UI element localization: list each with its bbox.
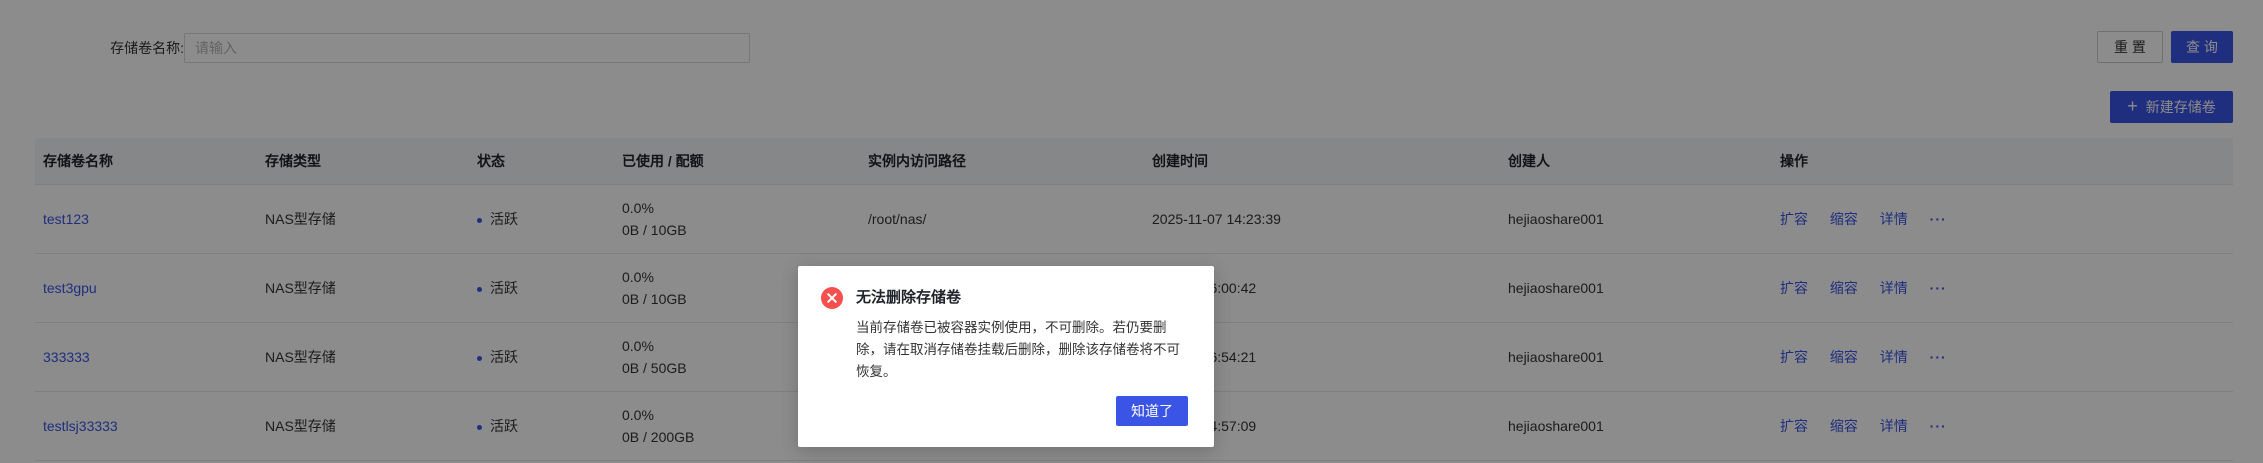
dialog-message: 当前存储卷已被容器实例使用，不可删除。若仍要删除，请在取消存储卷挂载后删除，删除… (856, 320, 1180, 379)
cannot-delete-dialog: 无法删除存储卷 当前存储卷已被容器实例使用，不可删除。若仍要删除，请在取消存储卷… (798, 266, 1214, 447)
dialog-title: 无法删除存储卷 (856, 289, 962, 306)
acknowledge-button[interactable]: 知道了 (1116, 396, 1188, 426)
error-circle-icon (821, 287, 843, 309)
